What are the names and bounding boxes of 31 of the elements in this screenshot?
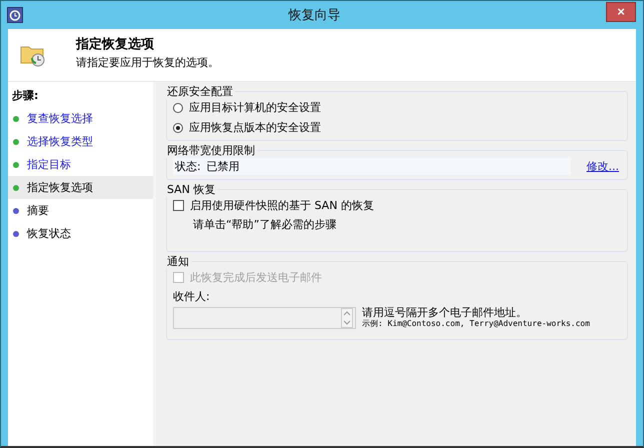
radio-button[interactable] bbox=[173, 102, 183, 112]
hint-text: 请用逗号隔开多个电子邮件地址。 bbox=[362, 307, 528, 318]
step-item[interactable]: 指定目标 bbox=[8, 153, 153, 176]
close-button[interactable]: × bbox=[606, 2, 636, 22]
checkbox[interactable] bbox=[173, 200, 184, 211]
status-label: 状态: bbox=[175, 159, 201, 174]
steps-heading: 步骤: bbox=[11, 88, 40, 104]
modify-link[interactable]: 修改... bbox=[586, 159, 619, 174]
radio-button[interactable] bbox=[173, 122, 183, 132]
radio-option[interactable]: 应用目标计算机的安全设置 bbox=[173, 99, 621, 116]
window-title: 恢复向导 bbox=[287, 7, 342, 24]
checkbox-option[interactable]: 启用使用硬件快照的基于 SAN 的恢复 bbox=[173, 197, 621, 214]
group-title: SAN 恢复 bbox=[166, 182, 216, 197]
help-text: 请单击“帮助”了解必需的步骤 bbox=[192, 217, 338, 232]
group-title: 通知 bbox=[166, 254, 190, 269]
group-title: 网络带宽使用限制 bbox=[166, 143, 256, 158]
clock-icon bbox=[7, 7, 23, 23]
page-title: 指定恢复选项 bbox=[76, 36, 155, 53]
step-item[interactable]: 摘要 bbox=[8, 199, 153, 222]
recipient-field[interactable] bbox=[173, 307, 356, 329]
step-item[interactable]: 指定恢复选项 bbox=[8, 176, 153, 199]
recipient-label: 收件人: bbox=[173, 289, 211, 304]
step-item[interactable]: 复查恢复选择 bbox=[8, 107, 153, 130]
page-subtitle: 请指定要应用于恢复的选项。 bbox=[76, 55, 219, 70]
step-item[interactable]: 选择恢复类型 bbox=[8, 130, 153, 153]
step-item[interactable]: 恢复状态 bbox=[8, 222, 153, 245]
group-title: 还原安全配置 bbox=[166, 84, 234, 99]
status-value: 已禁用 bbox=[206, 159, 241, 174]
example-text: 示例: Kim@Contoso.com, Terry@Adventure-works.com bbox=[362, 318, 590, 329]
radio-option[interactable]: 应用恢复点版本的安全设置 bbox=[173, 119, 621, 136]
scroll-arrows-icon bbox=[341, 308, 353, 328]
